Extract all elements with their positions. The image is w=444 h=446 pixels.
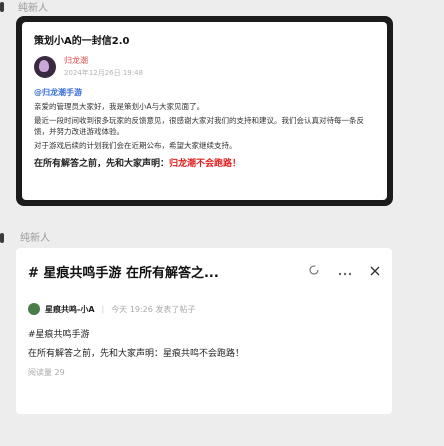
author-name: 归龙潮 bbox=[64, 56, 88, 65]
letter-paragraph: 亲爱的管理员大家好，我是策划小A与大家见面了。 bbox=[34, 102, 205, 111]
divider: | bbox=[101, 304, 105, 314]
sender-avatar[interactable] bbox=[0, 2, 4, 12]
post-title: # 星痕共鸣手游 在所有解答之... bbox=[28, 266, 219, 281]
sender-name: 纯新人 bbox=[18, 3, 48, 14]
sender-name: 纯新人 bbox=[20, 233, 50, 244]
letter-screenshot: 策划小A的一封信2.0 归龙潮 2024年12月26日 19:48 @归龙潮手游… bbox=[22, 22, 387, 200]
read-count: 阅读量 29 bbox=[28, 368, 65, 377]
letter-paragraph: 对于游戏后续的计划我们会在近期公布，希望大家继续支持。 bbox=[34, 141, 237, 150]
letter-paragraph: 最近一段时间收到很多玩家的反馈意见，很感谢大家对我们的支持和建议。我们会认真对待… bbox=[34, 116, 364, 136]
author-avatar bbox=[34, 55, 56, 78]
author-name: 星痕共鸣-小A bbox=[45, 304, 95, 314]
letter-ending: 在所有解答之前，先和大家声明：归龙潮不会跑路！ bbox=[34, 156, 375, 169]
more-icon[interactable] bbox=[338, 265, 352, 279]
refresh-icon[interactable] bbox=[308, 264, 320, 279]
ending-text: 在所有解答之前，先和大家声明： bbox=[34, 159, 170, 169]
post-time: 今天 19:26 发表了帖子 bbox=[111, 304, 196, 314]
close-icon[interactable] bbox=[370, 265, 380, 279]
topic-tag: @归龙潮手游 bbox=[34, 88, 82, 97]
ending-highlight: 归龙潮不会跑路！ bbox=[169, 159, 242, 169]
author-row: 归龙潮 2024年12月26日 19:48 bbox=[34, 55, 375, 78]
post-body: 在所有解答之前，先和大家声明：星痕共鸣不会跑路！ bbox=[28, 349, 245, 359]
post-titlebar: # 星痕共鸣手游 在所有解答之... bbox=[28, 262, 380, 281]
image-message-card[interactable]: # 星痕共鸣手游 在所有解答之... 星痕共鸣-小A | 今天 19:26 发表… bbox=[16, 248, 392, 414]
author-avatar bbox=[28, 303, 40, 315]
post-date: 2024年12月26日 19:48 bbox=[64, 69, 144, 77]
post-hashtag: #星痕共鸣手游 bbox=[28, 330, 90, 340]
sender-avatar[interactable] bbox=[0, 233, 4, 243]
image-message-card[interactable]: 策划小A的一封信2.0 归龙潮 2024年12月26日 19:48 @归龙潮手游… bbox=[16, 16, 393, 206]
letter-title: 策划小A的一封信2.0 bbox=[34, 36, 130, 47]
author-row: 星痕共鸣-小A | 今天 19:26 发表了帖子 bbox=[28, 303, 380, 315]
